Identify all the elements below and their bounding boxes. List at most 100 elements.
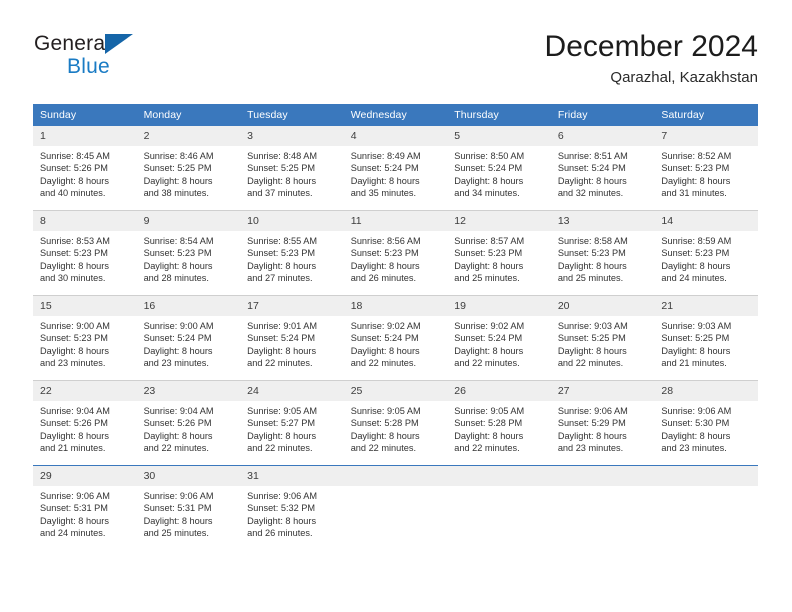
daylight-text-line2: and 22 minutes. xyxy=(350,358,417,369)
sunset-text: Sunset: 5:29 PM xyxy=(557,418,626,429)
day-details: Sunrise: 8:57 AM Sunset: 5:23 PM Daylight:… xyxy=(447,231,551,285)
calendar-day-cell[interactable]: 27 Sunrise: 9:06 AM Sunset: 5:29 PM Dayligh… xyxy=(550,381,655,465)
day-number: 31 xyxy=(240,466,344,486)
daylight-text-line1: Daylight: 8 hours xyxy=(247,260,317,271)
calendar-day-cell[interactable]: 22 Sunrise: 9:04 AM Sunset: 5:26 PM Dayligh… xyxy=(33,381,137,465)
sunrise-text: Sunrise: 8:45 AM xyxy=(40,151,110,161)
calendar-day-cell[interactable]: 29 Sunrise: 9:06 AM Sunset: 5:31 PM Dayligh… xyxy=(33,466,137,550)
calendar-day-cell[interactable]: 12 Sunrise: 8:57 AM Sunset: 5:23 PM Dayligh… xyxy=(447,211,551,295)
daylight-text-line1: Daylight: 8 hours xyxy=(143,345,213,356)
sunrise-text: Sunrise: 9:00 AM xyxy=(143,321,214,331)
calendar-day-cell[interactable]: 15 Sunrise: 9:00 AM Sunset: 5:23 PM Dayligh… xyxy=(33,296,137,380)
calendar-day-cell[interactable]: 20 Sunrise: 9:03 AM Sunset: 5:25 PM Dayligh… xyxy=(550,296,655,380)
daylight-text-line2: and 21 minutes. xyxy=(661,358,727,369)
sunrise-text: Sunrise: 8:55 AM xyxy=(247,236,318,246)
daylight-text-line1: Daylight: 8 hours xyxy=(40,175,109,186)
general-blue-logo[interactable]: General Blue xyxy=(34,32,244,88)
calendar-header-row: Sunday Monday Tuesday Wednesday Thursday Frid… xyxy=(33,104,758,126)
weekday-header-wednesday: Wednesday xyxy=(343,104,448,126)
calendar-day-cell[interactable]: 18 Sunrise: 9:02 AM Sunset: 5:24 PM Dayligh… xyxy=(343,296,448,380)
calendar-day-cell[interactable]: 2 Sunrise: 8:46 AM Sunset: 5:25 PM Daylight… xyxy=(136,126,241,210)
daylight-text-line2: and 28 minutes. xyxy=(143,273,209,284)
sunrise-text: Sunrise: 9:01 AM xyxy=(247,321,318,331)
sunset-text: Sunset: 5:25 PM xyxy=(143,163,212,174)
calendar-day-cell[interactable]: 7 Sunrise: 8:52 AM Sunset: 5:23 PM Daylight… xyxy=(654,126,758,210)
calendar-day-cell[interactable]: 3 Sunrise: 8:48 AM Sunset: 5:25 PM Daylight… xyxy=(240,126,344,210)
day-details: Sunrise: 9:01 AM Sunset: 5:24 PM Daylight:… xyxy=(240,316,344,370)
calendar-day-cell[interactable]: 11 Sunrise: 8:56 AM Sunset: 5:23 PM Dayligh… xyxy=(343,211,448,295)
calendar-day-cell[interactable]: 24 Sunrise: 9:05 AM Sunset: 5:27 PM Dayligh… xyxy=(240,381,344,465)
day-number: 18 xyxy=(343,296,448,316)
sunset-text: Sunset: 5:24 PM xyxy=(454,163,523,174)
calendar-day-cell[interactable]: 23 Sunrise: 9:04 AM Sunset: 5:26 PM Dayligh… xyxy=(136,381,241,465)
day-details: Sunrise: 8:52 AM Sunset: 5:23 PM Daylight:… xyxy=(654,146,758,200)
daylight-text-line2: and 37 minutes. xyxy=(247,188,313,199)
calendar-day-cell[interactable]: 31 Sunrise: 9:06 AM Sunset: 5:32 PM Dayligh… xyxy=(240,466,344,550)
sunrise-text: Sunrise: 8:51 AM xyxy=(557,151,628,161)
day-details: Sunrise: 9:02 AM Sunset: 5:24 PM Daylight:… xyxy=(447,316,551,370)
calendar-day-cell[interactable]: 25 Sunrise: 9:05 AM Sunset: 5:28 PM Dayligh… xyxy=(343,381,448,465)
day-details: Sunrise: 9:06 AM Sunset: 5:31 PM Daylight:… xyxy=(137,486,241,540)
calendar-day-cell[interactable]: 4 Sunrise: 8:49 AM Sunset: 5:24 PM Daylight… xyxy=(343,126,448,210)
sunset-text: Sunset: 5:24 PM xyxy=(350,163,419,174)
calendar-day-cell[interactable]: 28 Sunrise: 9:06 AM Sunset: 5:30 PM Dayligh… xyxy=(654,381,758,465)
calendar-day-cell[interactable]: 14 Sunrise: 8:59 AM Sunset: 5:23 PM Dayligh… xyxy=(654,211,758,295)
sunset-text: Sunset: 5:31 PM xyxy=(40,503,108,514)
day-number: 24 xyxy=(240,381,344,401)
calendar-day-cell[interactable]: 10 Sunrise: 8:55 AM Sunset: 5:23 PM Dayligh… xyxy=(240,211,344,295)
sunrise-text: Sunrise: 9:06 AM xyxy=(661,406,732,416)
day-number: 4 xyxy=(343,126,448,146)
calendar-day-cell[interactable]: 16 Sunrise: 9:00 AM Sunset: 5:24 PM Dayligh… xyxy=(136,296,241,380)
page-title: December 2024 xyxy=(544,30,758,63)
day-details: Sunrise: 9:03 AM Sunset: 5:25 PM Daylight:… xyxy=(654,316,758,370)
calendar-day-cell[interactable]: 9 Sunrise: 8:54 AM Sunset: 5:23 PM Daylight… xyxy=(136,211,241,295)
day-number xyxy=(550,466,655,486)
sunset-text: Sunset: 5:28 PM xyxy=(454,418,523,429)
daylight-text-line1: Daylight: 8 hours xyxy=(557,430,627,441)
day-details: Sunrise: 8:45 AM Sunset: 5:26 PM Daylight:… xyxy=(33,146,137,200)
day-details: Sunrise: 9:06 AM Sunset: 5:30 PM Daylight:… xyxy=(654,401,758,455)
daylight-text-line1: Daylight: 8 hours xyxy=(40,345,109,356)
calendar-day-cell[interactable]: 8 Sunrise: 8:53 AM Sunset: 5:23 PM Daylight… xyxy=(33,211,137,295)
calendar-day-cell[interactable]: 30 Sunrise: 9:06 AM Sunset: 5:31 PM Dayligh… xyxy=(136,466,241,550)
daylight-text-line1: Daylight: 8 hours xyxy=(143,430,213,441)
day-details: Sunrise: 8:50 AM Sunset: 5:24 PM Daylight:… xyxy=(447,146,551,200)
calendar-day-cell[interactable]: 6 Sunrise: 8:51 AM Sunset: 5:24 PM Daylight… xyxy=(550,126,655,210)
day-number: 3 xyxy=(240,126,344,146)
title-block: December 2024 Qarazhal, Kazakhstan xyxy=(545,28,758,88)
day-details: Sunrise: 9:00 AM Sunset: 5:23 PM Daylight:… xyxy=(33,316,137,370)
daylight-text-line1: Daylight: 8 hours xyxy=(661,345,731,356)
calendar-day-cell-empty xyxy=(447,466,551,550)
day-number: 28 xyxy=(654,381,758,401)
calendar-body: 1 Sunrise: 8:45 AM Sunset: 5:26 PM Daylight… xyxy=(33,126,758,550)
day-details: Sunrise: 9:00 AM Sunset: 5:24 PM Daylight:… xyxy=(137,316,241,370)
calendar-day-cell[interactable]: 13 Sunrise: 8:58 AM Sunset: 5:23 PM Dayligh… xyxy=(550,211,655,295)
calendar-day-cell[interactable]: 26 Sunrise: 9:05 AM Sunset: 5:28 PM Dayligh… xyxy=(447,381,551,465)
day-details: Sunrise: 8:58 AM Sunset: 5:23 PM Daylight:… xyxy=(551,231,655,285)
daylight-text-line2: and 26 minutes. xyxy=(350,273,417,284)
sunset-text: Sunset: 5:24 PM xyxy=(143,333,212,344)
sunset-text: Sunset: 5:28 PM xyxy=(350,418,419,429)
sunrise-text: Sunrise: 8:57 AM xyxy=(454,236,525,246)
weekday-header-tuesday: Tuesday xyxy=(240,104,344,126)
sunset-text: Sunset: 5:26 PM xyxy=(40,163,108,174)
sunset-text: Sunset: 5:23 PM xyxy=(661,163,730,174)
calendar-day-cell[interactable]: 17 Sunrise: 9:01 AM Sunset: 5:24 PM Dayligh… xyxy=(240,296,344,380)
sunset-text: Sunset: 5:23 PM xyxy=(661,248,730,259)
sunrise-text: Sunrise: 9:05 AM xyxy=(350,406,421,416)
day-number: 19 xyxy=(447,296,551,316)
calendar-day-cell[interactable]: 1 Sunrise: 8:45 AM Sunset: 5:26 PM Daylight… xyxy=(33,126,137,210)
daylight-text-line1: Daylight: 8 hours xyxy=(454,260,524,271)
sunrise-text: Sunrise: 8:53 AM xyxy=(40,236,110,246)
calendar-day-cell[interactable]: 21 Sunrise: 9:03 AM Sunset: 5:25 PM Dayligh… xyxy=(654,296,758,380)
calendar-day-cell[interactable]: 5 Sunrise: 8:50 AM Sunset: 5:24 PM Daylight… xyxy=(447,126,551,210)
sunset-text: Sunset: 5:26 PM xyxy=(40,418,108,429)
sunrise-sunset-calendar: Sunday Monday Tuesday Wednesday Thursday Frid… xyxy=(33,104,758,550)
page-subtitle: Qarazhal, Kazakhstan xyxy=(610,69,758,86)
sunrise-text: Sunrise: 8:48 AM xyxy=(247,151,318,161)
sunrise-text: Sunrise: 9:00 AM xyxy=(40,321,110,331)
calendar-day-cell[interactable]: 19 Sunrise: 9:02 AM Sunset: 5:24 PM Dayligh… xyxy=(447,296,551,380)
day-number: 21 xyxy=(654,296,758,316)
daylight-text-line1: Daylight: 8 hours xyxy=(247,345,317,356)
sunset-text: Sunset: 5:24 PM xyxy=(247,333,316,344)
